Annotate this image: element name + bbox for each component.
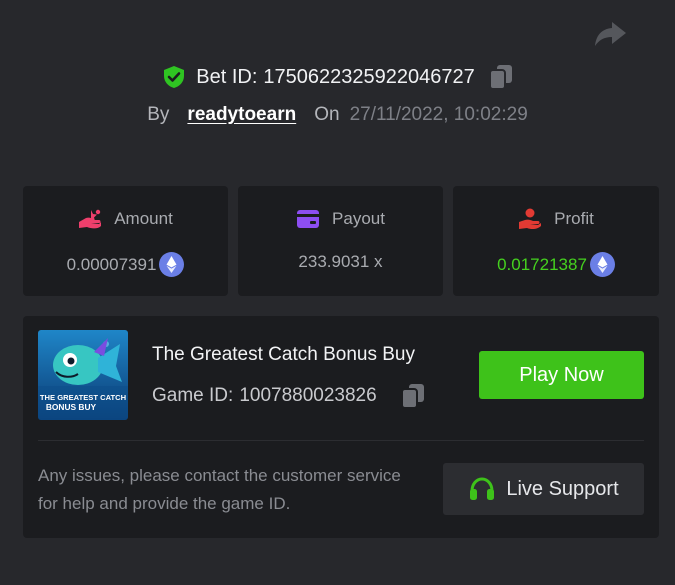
game-id-row: Game ID: 1007880023826 <box>152 383 425 409</box>
share-icon[interactable] <box>592 18 628 50</box>
username-link[interactable]: readytoearn <box>187 104 296 126</box>
profit-hand-icon <box>519 208 542 230</box>
thumb-title-line1: THE GREATEST CATCH <box>40 393 126 402</box>
divider <box>38 440 644 441</box>
play-now-button[interactable]: Play Now <box>479 351 644 399</box>
amount-card: Amount 0.00007391 <box>23 186 228 296</box>
amount-value: 0.00007391 <box>66 254 157 274</box>
game-id-label: Game ID: <box>152 385 234 406</box>
by-label: By <box>147 104 170 125</box>
eth-icon <box>159 252 185 277</box>
profit-value: 0.01721387 <box>497 254 587 274</box>
bet-meta-row: By readytoearn On 27/11/2022, 10:02:29 <box>0 104 675 126</box>
live-support-label: Live Support <box>506 477 619 500</box>
bet-details-page: Bet ID: 1750622325922046727 By readytoea… <box>0 0 675 585</box>
on-label: On <box>314 104 340 125</box>
bet-datetime: 27/11/2022, 10:02:29 <box>349 104 528 125</box>
copy-bet-id-icon[interactable] <box>488 64 513 90</box>
payout-value: 233.9031 x <box>298 252 383 271</box>
payout-card: Payout 233.9031 x <box>238 186 443 296</box>
game-thumbnail-art: THE GREATEST CATCH BONUS BUY <box>38 330 128 420</box>
eth-icon <box>589 252 615 277</box>
live-support-button[interactable]: Live Support <box>443 463 644 515</box>
bet-id-label: Bet ID: <box>196 65 258 88</box>
bet-id-value: 1750622325922046727 <box>263 65 475 88</box>
wallet-card-icon <box>297 210 320 228</box>
thumb-title-line2: BONUS BUY <box>46 402 97 412</box>
copy-game-id-icon[interactable] <box>400 383 425 409</box>
profit-card: Profit 0.01721387 <box>453 186 659 296</box>
game-card: THE GREATEST CATCH BONUS BUY The Greates… <box>23 316 659 538</box>
support-help-text: Any issues, please contact the customer … <box>38 466 401 513</box>
game-id-value: 1007880023826 <box>239 385 377 406</box>
game-title[interactable]: The Greatest Catch Bonus Buy <box>152 344 415 366</box>
amount-label: Amount <box>114 209 173 228</box>
game-thumbnail[interactable]: THE GREATEST CATCH BONUS BUY <box>38 330 128 420</box>
verified-shield-icon <box>164 66 185 88</box>
bet-id-row: Bet ID: 1750622325922046727 <box>0 64 675 90</box>
bet-hand-icon <box>79 209 102 229</box>
payout-label: Payout <box>332 209 385 228</box>
headset-icon <box>470 477 495 500</box>
profit-label: Profit <box>554 209 594 228</box>
